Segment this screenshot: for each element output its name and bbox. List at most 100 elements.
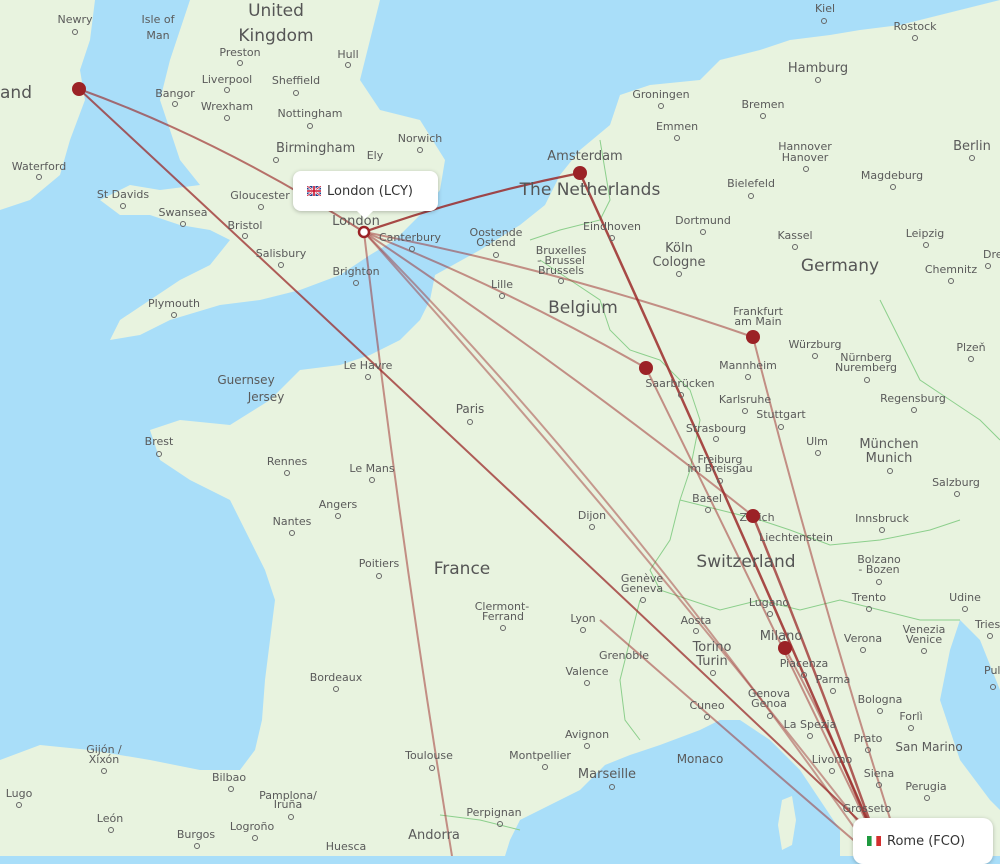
svg-text:Strasbourg: Strasbourg	[686, 422, 746, 435]
svg-text:Groningen: Groningen	[632, 88, 689, 101]
svg-text:Plymouth: Plymouth	[148, 297, 200, 310]
svg-text:Ulm: Ulm	[806, 435, 828, 448]
svg-text:München: München	[859, 437, 918, 452]
svg-text:Perpignan: Perpignan	[466, 806, 521, 819]
svg-text:Guernsey: Guernsey	[217, 373, 274, 387]
svg-text:Triest: Triest	[974, 618, 1000, 631]
svg-text:Würzburg: Würzburg	[788, 338, 841, 351]
svg-text:Hamburg: Hamburg	[788, 61, 848, 76]
svg-text:Avignon: Avignon	[565, 728, 609, 741]
destination-popup[interactable]: Rome (FCO)	[853, 818, 993, 864]
svg-text:Le Mans: Le Mans	[349, 462, 394, 475]
svg-text:Marseille: Marseille	[578, 767, 636, 782]
svg-text:Livorno: Livorno	[812, 753, 853, 766]
svg-text:Bristol: Bristol	[228, 219, 263, 232]
svg-text:Nottingham: Nottingham	[277, 107, 342, 120]
svg-text:Ely: Ely	[367, 149, 384, 162]
svg-text:Brest: Brest	[145, 435, 174, 448]
svg-text:Nuremberg: Nuremberg	[835, 361, 897, 374]
svg-text:San Marino: San Marino	[895, 740, 962, 754]
svg-text:Ferrand: Ferrand	[482, 610, 524, 623]
svg-text:Mannheim: Mannheim	[719, 359, 777, 372]
svg-text:Angers: Angers	[319, 498, 358, 511]
origin-popup-tail	[357, 211, 373, 219]
svg-text:Perugia: Perugia	[905, 780, 946, 793]
svg-text:Nantes: Nantes	[273, 515, 312, 528]
svg-text:Norwich: Norwich	[398, 132, 443, 145]
svg-text:Trento: Trento	[851, 591, 886, 604]
svg-text:Bielefeld: Bielefeld	[727, 177, 775, 190]
svg-text:Plzeň: Plzeň	[956, 341, 985, 354]
airport-amsterdam[interactable]	[573, 166, 587, 180]
svg-text:Emmen: Emmen	[656, 120, 698, 133]
svg-text:Prato: Prato	[854, 732, 883, 745]
svg-text:Piacenza: Piacenza	[780, 657, 829, 670]
svg-text:Aosta: Aosta	[681, 614, 712, 627]
svg-text:- Bozen: - Bozen	[858, 563, 899, 576]
land	[0, 0, 1000, 856]
svg-text:Toulouse: Toulouse	[404, 749, 453, 762]
svg-text:Bologna: Bologna	[858, 693, 903, 706]
svg-text:Innsbruck: Innsbruck	[855, 512, 909, 525]
svg-text:Montpellier: Montpellier	[509, 749, 571, 762]
svg-text:Liverpool: Liverpool	[202, 73, 252, 86]
svg-text:Eindhoven: Eindhoven	[583, 220, 641, 233]
svg-text:Genoa: Genoa	[751, 697, 787, 710]
svg-text:Udine: Udine	[949, 591, 981, 604]
it-flag-icon	[867, 836, 881, 846]
destination-label: Rome (FCO)	[887, 833, 966, 849]
svg-text:Magdeburg: Magdeburg	[861, 169, 923, 182]
svg-text:Amsterdam: Amsterdam	[547, 149, 622, 164]
svg-text:Poitiers: Poitiers	[359, 557, 400, 570]
svg-text:Paris: Paris	[456, 402, 485, 416]
svg-text:Newry: Newry	[57, 13, 93, 26]
svg-text:and: and	[0, 83, 32, 103]
svg-text:The Netherlands: The Netherlands	[519, 180, 661, 200]
airport-luxembourg[interactable]	[639, 361, 653, 375]
svg-text:Salisbury: Salisbury	[256, 247, 307, 260]
svg-text:Cologne: Cologne	[652, 255, 705, 270]
svg-text:Cuneo: Cuneo	[689, 699, 724, 712]
svg-text:Leipzig: Leipzig	[906, 227, 945, 240]
svg-text:France: France	[434, 559, 491, 579]
svg-text:Torino: Torino	[692, 640, 732, 655]
svg-text:St Davids: St Davids	[97, 188, 150, 201]
svg-text:Man: Man	[146, 29, 169, 42]
svg-text:Siena: Siena	[864, 767, 895, 780]
svg-text:Logroño: Logroño	[230, 820, 275, 833]
svg-text:Monaco: Monaco	[677, 752, 724, 766]
airport-london-origin[interactable]	[357, 225, 371, 239]
svg-text:Ostend: Ostend	[476, 236, 515, 249]
svg-text:Xixón: Xixón	[89, 753, 119, 766]
svg-text:Milano: Milano	[760, 629, 803, 644]
airport-zurich[interactable]	[746, 509, 760, 523]
svg-text:Dortmund: Dortmund	[675, 214, 731, 227]
gb-flag-icon	[307, 186, 321, 196]
svg-text:Belgium: Belgium	[548, 298, 618, 318]
svg-text:Jersey: Jersey	[247, 390, 285, 404]
svg-text:Valence: Valence	[565, 665, 608, 678]
svg-text:Isle of: Isle of	[142, 13, 176, 26]
svg-text:Parma: Parma	[816, 673, 851, 686]
svg-text:im Breisgau: im Breisgau	[687, 462, 752, 475]
svg-text:Lugo: Lugo	[6, 787, 33, 800]
svg-text:Stuttgart: Stuttgart	[756, 408, 806, 421]
svg-text:León: León	[97, 812, 123, 825]
svg-text:Gloucester: Gloucester	[230, 189, 290, 202]
origin-label: London (LCY)	[327, 183, 413, 199]
airport-milano[interactable]	[778, 641, 792, 655]
route-map[interactable]: United The Netherlands Belgium Germany F…	[0, 0, 1000, 856]
svg-text:Berlin: Berlin	[953, 139, 991, 154]
svg-text:Hull: Hull	[337, 48, 358, 61]
svg-text:Birmingham: Birmingham	[276, 141, 355, 156]
svg-text:Brighton: Brighton	[332, 265, 379, 278]
origin-popup[interactable]: London (LCY)	[293, 171, 438, 211]
airport-frankfurt[interactable]	[746, 330, 760, 344]
svg-text:Basel: Basel	[692, 492, 722, 505]
svg-text:Huesca: Huesca	[326, 840, 367, 853]
svg-text:Dresd: Dresd	[983, 248, 1000, 261]
airport-dublin[interactable]	[72, 82, 86, 96]
svg-text:Saarbrücken: Saarbrücken	[645, 377, 714, 390]
svg-text:Grosseto: Grosseto	[843, 802, 892, 815]
svg-text:Burgos: Burgos	[177, 828, 216, 841]
